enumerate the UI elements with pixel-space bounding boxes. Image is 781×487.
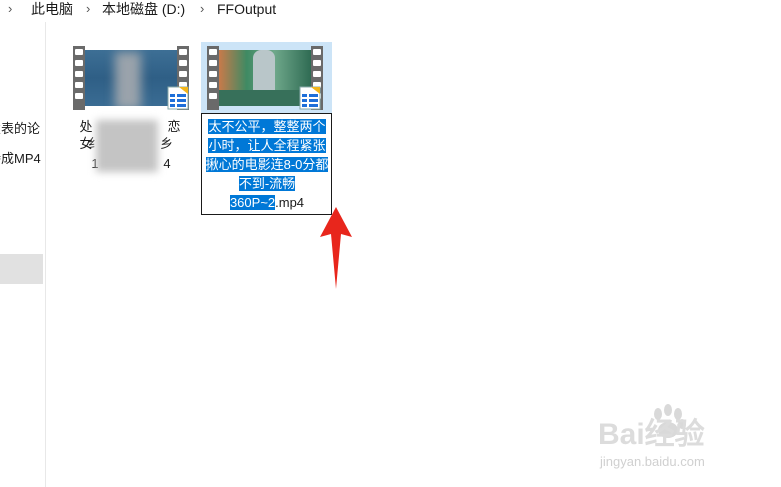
video-type-badge-icon (167, 86, 189, 110)
breadcrumb: › 此电脑 › 本地磁盘 (D:) › FFOutput (0, 0, 781, 22)
nav-item-selected[interactable] (0, 254, 43, 284)
breadcrumb-this-pc[interactable]: 此电脑 (31, 0, 73, 20)
filename-extension[interactable]: .mp4 (275, 195, 304, 210)
rename-text[interactable]: 太不公平，整整两个小时，让人全程紧张揪心的电影连8-0分都不到-流畅360P~2… (205, 117, 329, 212)
red-arrow-up-icon (320, 207, 352, 289)
nav-item-label[interactable]: 发表的论 (0, 121, 40, 137)
breadcrumb-ffoutput[interactable]: FFOutput (217, 0, 276, 20)
svg-text:Bai经验: Bai经验 (598, 417, 705, 451)
privacy-blur (96, 120, 158, 172)
chevron-right-icon[interactable]: › (86, 0, 90, 20)
video-frame (219, 50, 311, 106)
video-frame (85, 50, 177, 106)
video-type-badge-icon (299, 86, 321, 110)
svg-text:jingyan.baidu.com: jingyan.baidu.com (599, 454, 705, 469)
breadcrumb-local-disk[interactable]: 本地磁盘 (D:) (102, 0, 185, 20)
navigation-pane[interactable]: 发表的论 特成MP4 (0, 22, 46, 487)
file-name-fragment: 恋 (167, 119, 181, 134)
baidu-jingyan-watermark-icon: Bai经验 jingyan.baidu.com (598, 404, 705, 469)
chevron-right-icon: › (8, 1, 13, 16)
file-name-fragment: 乡 (160, 136, 174, 151)
filmstrip-left (207, 46, 219, 110)
filmstrip-left (73, 46, 85, 110)
selected-filename-text[interactable]: 太不公平，整整两个小时，让人全程紧张揪心的电影连8-0分都不到-流畅360P~2 (205, 119, 329, 210)
nav-item-label[interactable]: 特成MP4 (0, 151, 41, 167)
chevron-right-icon[interactable]: › (200, 0, 204, 20)
file-name-fragment: 4 (163, 156, 171, 171)
